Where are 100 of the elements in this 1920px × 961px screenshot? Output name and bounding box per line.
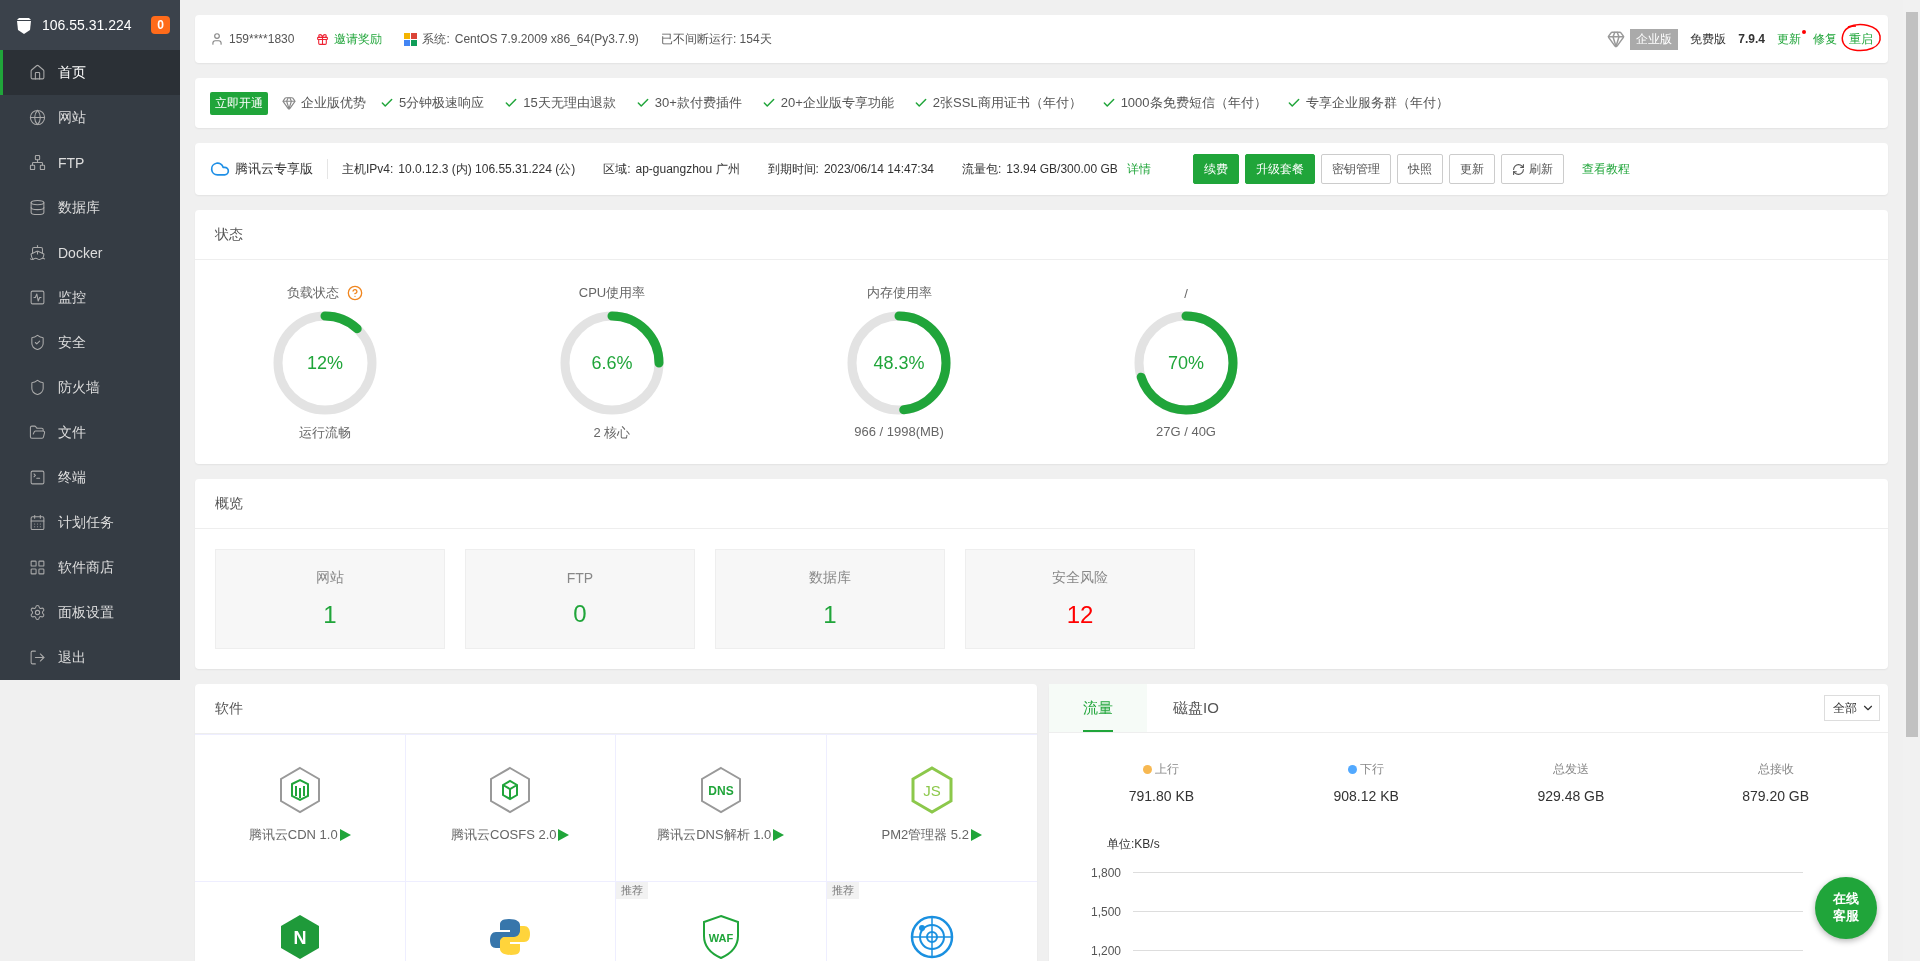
globe-icon bbox=[29, 109, 46, 126]
nav-item[interactable]: 文件 bbox=[0, 410, 180, 455]
field-value: 2023/06/14 14:47:34 bbox=[823, 162, 934, 176]
tile-count: 1 bbox=[823, 601, 837, 629]
gauge-title: / bbox=[1184, 285, 1188, 301]
play-icon bbox=[772, 829, 785, 841]
shield-check-icon bbox=[29, 334, 46, 351]
uptime-text: 已不间断运行: 154天 bbox=[660, 30, 772, 48]
version-text: 7.9.4 bbox=[1738, 32, 1765, 46]
gauge-title: 负载状态 bbox=[287, 284, 339, 302]
nav-item[interactable]: 防火墙 bbox=[0, 365, 180, 410]
user-icon bbox=[210, 32, 224, 46]
gauge-title: CPU使用率 bbox=[578, 284, 646, 302]
folder-icon bbox=[29, 424, 46, 441]
account-name: 159****1830 bbox=[229, 32, 295, 46]
field-value: 13.94 GB/300.00 GB bbox=[1006, 162, 1118, 176]
check-icon bbox=[1286, 96, 1301, 110]
card-title: 状态 bbox=[215, 225, 243, 244]
database-icon bbox=[29, 199, 46, 216]
promo-title: 企业版优势 bbox=[301, 94, 366, 112]
nav-item[interactable]: 安全 bbox=[0, 320, 180, 365]
feature-label: 20+企业版专享功能 bbox=[780, 94, 894, 112]
feature-label: 专享企业服务群（年付） bbox=[1305, 94, 1449, 112]
home-icon bbox=[29, 64, 46, 81]
nav-item[interactable]: 数据库 bbox=[0, 185, 180, 230]
nav-item[interactable]: 网站 bbox=[0, 95, 180, 140]
diamond-icon bbox=[1607, 30, 1626, 48]
nav-item[interactable]: Docker bbox=[0, 230, 180, 275]
field-label: 到期时间: bbox=[767, 160, 819, 178]
gauge-title: 内存使用率 bbox=[866, 284, 932, 302]
software-link[interactable]: 腾讯云CDN 1.0 bbox=[248, 826, 351, 844]
check-icon bbox=[913, 96, 928, 110]
overview-tile[interactable]: 安全风险 12 bbox=[965, 549, 1195, 649]
nav-item[interactable]: 监控 bbox=[0, 275, 180, 320]
nav-item[interactable]: 计划任务 bbox=[0, 500, 180, 545]
tile-count: 0 bbox=[573, 600, 587, 628]
nav-item[interactable]: 面板设置 bbox=[0, 590, 180, 635]
feature-label: 15天无理由退款 bbox=[523, 94, 616, 112]
calendar-icon bbox=[29, 514, 46, 531]
tile-count: 1 bbox=[323, 601, 337, 629]
stat-value: 929.48 GB bbox=[1537, 788, 1605, 804]
gauge-caption: 2 核心 bbox=[593, 424, 631, 442]
field-label: 区域: bbox=[603, 160, 631, 178]
software-link[interactable]: 腾讯云DNS解析 1.0 bbox=[657, 826, 785, 844]
field-label: 流量包: bbox=[962, 160, 1002, 178]
help-icon[interactable] bbox=[347, 285, 363, 301]
axis-tick: 1,800 bbox=[1089, 865, 1121, 880]
software-link[interactable]: PM2管理器 5.2 bbox=[881, 826, 982, 844]
stat-label: 总接收 bbox=[1757, 761, 1794, 778]
grid-icon bbox=[29, 559, 46, 576]
tile-label: 网站 bbox=[316, 569, 344, 587]
check-icon bbox=[504, 96, 519, 110]
diamond-icon bbox=[282, 96, 296, 110]
check-icon bbox=[1101, 96, 1116, 110]
tile-label: FTP bbox=[566, 570, 594, 586]
system-label: 系统: bbox=[422, 30, 450, 48]
nav-item[interactable]: 首页 bbox=[0, 50, 180, 95]
check-icon bbox=[380, 96, 394, 110]
tile-label: 数据库 bbox=[809, 569, 851, 587]
overview-tile[interactable]: 数据库 1 bbox=[715, 549, 945, 649]
gauge-value: 48.3% bbox=[873, 352, 925, 374]
unit-label: 单位:KB/s bbox=[1106, 836, 1161, 853]
interface-select[interactable]: 全部 bbox=[1824, 695, 1880, 721]
nav-item[interactable]: 退出 bbox=[0, 635, 180, 680]
axis-tick: 1,200 bbox=[1089, 943, 1121, 958]
card-title: 概览 bbox=[215, 494, 243, 513]
edition-badge: 企业版 bbox=[1630, 28, 1679, 50]
software-link[interactable]: 腾讯云COSFS 2.0 bbox=[451, 826, 570, 844]
gauge-caption: 运行流畅 bbox=[299, 424, 351, 442]
gauge-value: 70% bbox=[1168, 352, 1204, 374]
gift-icon bbox=[316, 32, 330, 46]
nav-item[interactable]: FTP bbox=[0, 140, 180, 185]
gauge-caption: 27G / 40G bbox=[1156, 424, 1216, 439]
feature-label: 1000条免费短信（年付） bbox=[1120, 94, 1267, 112]
action-button[interactable]: 更新 bbox=[1448, 154, 1495, 184]
tab[interactable]: 磁盘IO bbox=[1147, 684, 1245, 732]
nav-item[interactable]: 终端 bbox=[0, 455, 180, 500]
field-value: 10.0.12.3 (内) 106.55.31.224 (公) bbox=[398, 160, 576, 178]
action-button[interactable]: 密钥管理 bbox=[1320, 154, 1391, 184]
action-button[interactable]: 快照 bbox=[1396, 154, 1443, 184]
stat-value: 908.12 KB bbox=[1333, 788, 1399, 804]
system-icon bbox=[404, 32, 418, 46]
feature-label: 2张SSL商用证书（年付） bbox=[932, 94, 1082, 112]
feature-label: 5分钟极速响应 bbox=[399, 94, 485, 112]
gauge-value: 6.6% bbox=[591, 352, 633, 374]
stat-value: 791.80 KB bbox=[1128, 788, 1195, 804]
settings-icon bbox=[29, 604, 46, 621]
stat-label: 总发送 bbox=[1552, 761, 1589, 778]
shield-icon bbox=[29, 379, 46, 396]
check-icon bbox=[761, 96, 776, 110]
server-address: 106.55.31.224 bbox=[42, 17, 133, 33]
play-icon bbox=[338, 829, 351, 841]
system-info: CentOS 7.9.2009 x86_64(Py3.7.9) bbox=[454, 32, 639, 46]
refresh-button[interactable]: 刷新 bbox=[1500, 154, 1564, 184]
play-icon bbox=[969, 829, 982, 841]
nav-item[interactable]: 软件商店 bbox=[0, 545, 180, 590]
recommend-badge: 推荐 bbox=[616, 882, 648, 899]
axis-tick: 1,500 bbox=[1089, 904, 1121, 919]
check-icon bbox=[635, 96, 650, 110]
chart-icon bbox=[29, 289, 46, 306]
